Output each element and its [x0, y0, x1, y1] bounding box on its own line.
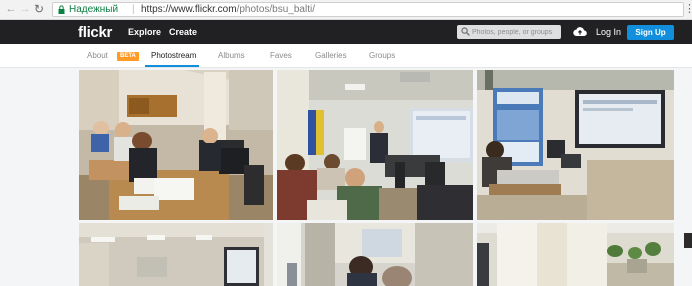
- active-tab-indicator: [145, 65, 199, 67]
- url-text[interactable]: https://www.flickr.com/photos/bsu_balti/: [141, 3, 315, 16]
- search-input[interactable]: [472, 25, 559, 39]
- lock-icon: [58, 5, 65, 14]
- tab-faves[interactable]: Faves: [270, 51, 292, 60]
- create-link[interactable]: Create: [169, 27, 197, 37]
- url-path: /photos/bsu_balti/: [236, 4, 315, 15]
- profile-subnav: About BETA Photostream Albums Faves Gall…: [0, 44, 692, 68]
- photo-tile[interactable]: [277, 70, 473, 220]
- search-box: [457, 25, 561, 39]
- signup-button[interactable]: Sign Up: [627, 25, 674, 40]
- tab-about[interactable]: About: [87, 51, 108, 60]
- tab-groups[interactable]: Groups: [369, 51, 395, 60]
- photo-tile[interactable]: [79, 223, 273, 286]
- search-icon[interactable]: [461, 27, 470, 36]
- address-bar[interactable]: Надежный | https://www.flickr.com/photos…: [52, 2, 684, 17]
- page-edge-strip: [684, 233, 692, 248]
- explore-link[interactable]: Explore: [128, 27, 161, 37]
- tab-albums[interactable]: Albums: [218, 51, 245, 60]
- beta-badge: BETA: [117, 52, 139, 61]
- site-header: flickr Explore Create Log In Sign Up: [0, 20, 692, 44]
- photo-tile[interactable]: [477, 70, 674, 220]
- login-link[interactable]: Log In: [596, 27, 621, 37]
- back-arrow-icon[interactable]: ←: [4, 2, 18, 17]
- browser-toolbar: ← → ↻ Надежный | https://www.flickr.com/…: [0, 0, 692, 20]
- secure-label: Надежный: [69, 4, 119, 15]
- tab-photostream[interactable]: Photostream: [151, 51, 196, 60]
- photo-tile[interactable]: [79, 70, 273, 220]
- more-vert-icon[interactable]: ⋮: [684, 2, 692, 15]
- flickr-logo[interactable]: flickr: [78, 24, 112, 41]
- forward-arrow-icon[interactable]: →: [18, 2, 32, 17]
- reload-icon[interactable]: ↻: [32, 2, 46, 17]
- url-base: https://www.flickr.com: [141, 4, 237, 15]
- photo-tile[interactable]: [477, 223, 674, 286]
- upload-cloud-icon[interactable]: [573, 26, 587, 37]
- address-separator: |: [132, 4, 135, 15]
- photo-tile[interactable]: [277, 223, 473, 286]
- tab-galleries[interactable]: Galleries: [315, 51, 347, 60]
